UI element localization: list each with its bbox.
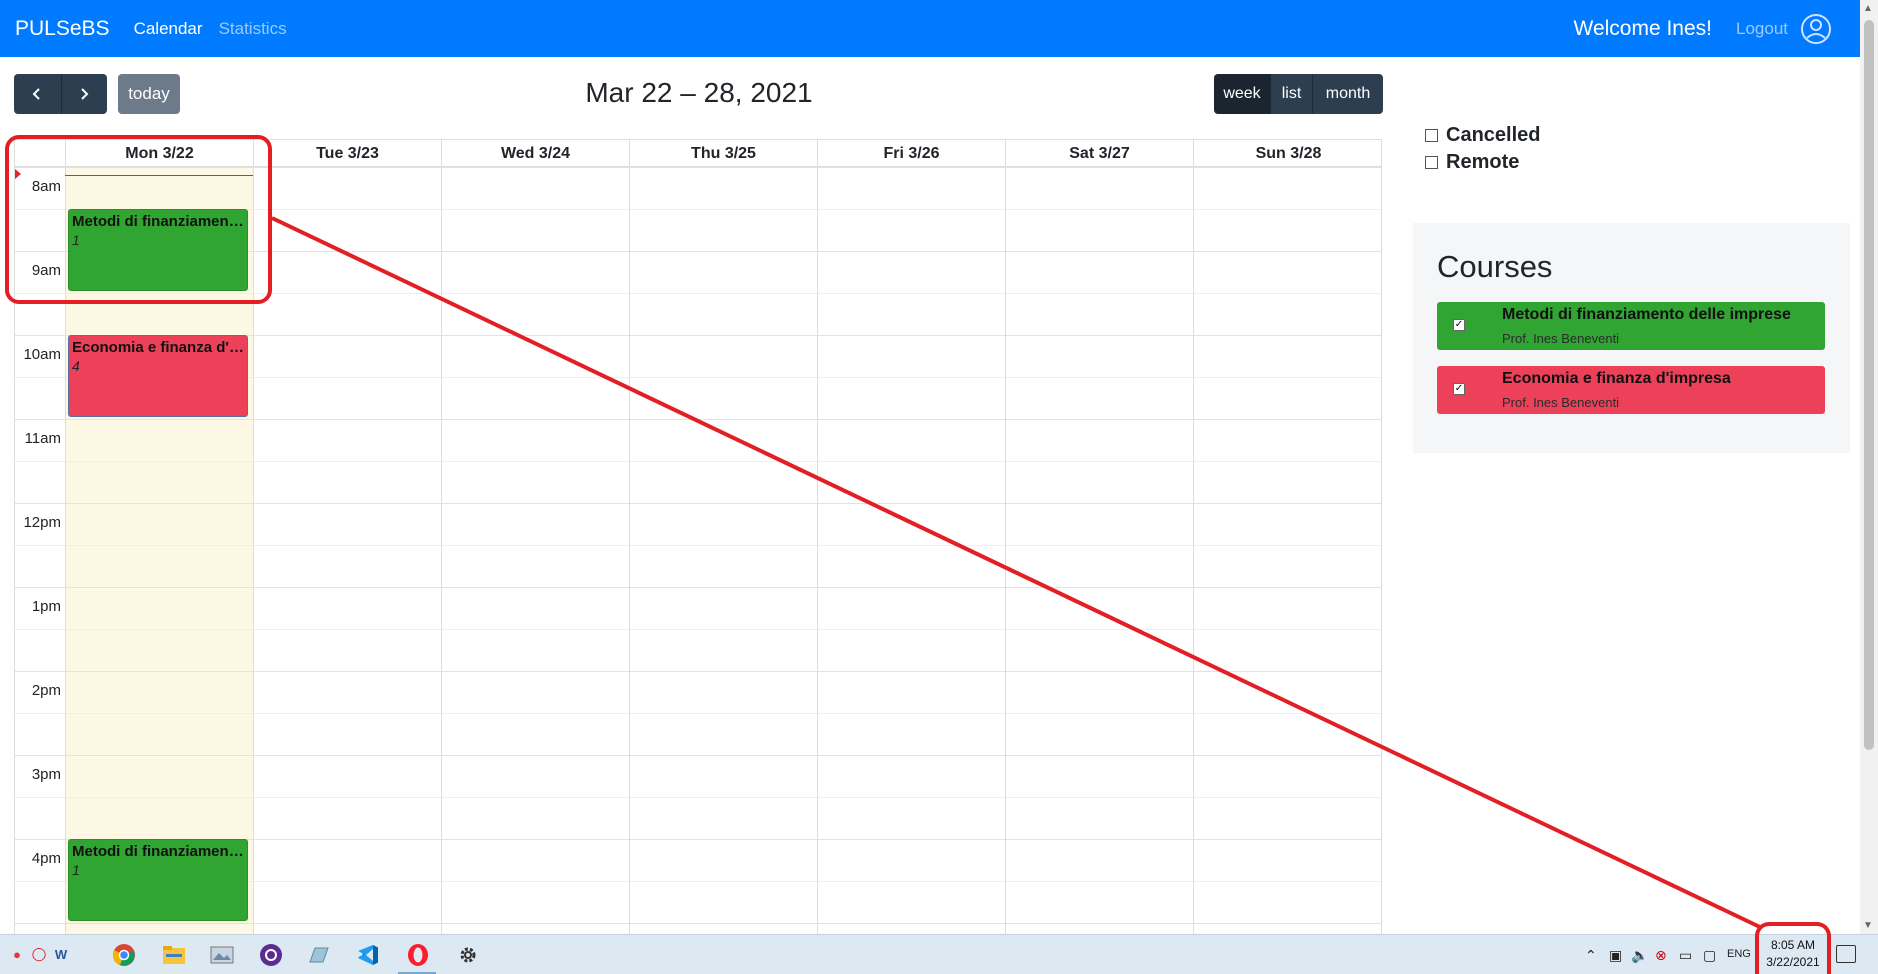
calendar-title: Mar 22 – 28, 2021 — [585, 77, 813, 108]
tray-language[interactable]: ENG — [1727, 948, 1751, 960]
time-label-3pm: 3pm — [31, 766, 61, 783]
time-slot-divider — [15, 713, 1381, 714]
chrome-small-icon[interactable]: ● — [8, 945, 26, 963]
day-header-sun: Sun 3/28 — [1193, 140, 1381, 167]
word-small-icon[interactable]: W — [52, 945, 70, 963]
scrollbar-thumb[interactable] — [1864, 20, 1874, 750]
event-subtitle: 4 — [72, 358, 80, 374]
day-header-sat: Sat 3/27 — [1005, 140, 1193, 167]
tray-camera-icon[interactable]: ▣ — [1609, 947, 1622, 964]
time-slot-divider — [15, 923, 1381, 924]
day-header-tue: Tue 3/23 — [253, 140, 441, 167]
course-item-economia[interactable]: ✓ Economia e finanza d'impresa Prof. Ine… — [1437, 366, 1825, 414]
welcome-message: Welcome Ines! — [1573, 16, 1713, 40]
day-header-wed: Wed 3/24 — [441, 140, 629, 167]
event-metodi-afternoon[interactable]: Metodi di finanziament... 1 — [68, 839, 248, 921]
tray-display-icon[interactable]: ▢ — [1703, 947, 1716, 964]
course-checkbox-checked-icon[interactable]: ✓ — [1453, 383, 1465, 395]
time-slot-divider — [15, 503, 1381, 504]
prev-next-group — [14, 74, 107, 114]
time-label-1pm: 1pm — [31, 598, 61, 615]
notes-app-icon[interactable] — [306, 942, 332, 968]
view-month-button[interactable]: month — [1312, 74, 1383, 114]
opera-small-icon[interactable]: ◯ — [30, 945, 48, 963]
course-name: Economia e finanza d'impresa — [1502, 370, 1731, 387]
time-label-11am: 11am — [24, 430, 61, 447]
event-title: Economia e finanza d'i... — [72, 339, 244, 356]
event-economia[interactable]: Economia e finanza d'i... 4 — [68, 335, 248, 417]
time-slot-divider — [15, 461, 1381, 462]
top-navbar: PULSeBS Calendar Statistics Welcome Ines… — [0, 0, 1860, 57]
time-slot-divider — [15, 797, 1381, 798]
day-column-divider — [1005, 167, 1006, 934]
windows-taskbar: ● ◯ W ⌃ ▣ 🔈 ⊗ ▭ ▢ ENG 8:05 AM 3/22/2021 — [0, 934, 1878, 974]
course-professor: Prof. Ines Beneventi — [1502, 395, 1620, 410]
day-column-divider — [817, 167, 818, 934]
day-header-fri: Fri 3/26 — [817, 140, 1005, 167]
time-slot-divider — [15, 671, 1381, 672]
event-title: Metodi di finanziament... — [72, 843, 244, 860]
vscode-icon[interactable] — [355, 942, 381, 968]
day-column-divider — [441, 167, 442, 934]
filter-remote[interactable]: Remote — [1425, 151, 1540, 174]
filter-cancelled[interactable]: Cancelled — [1425, 124, 1540, 147]
media-app-icon[interactable] — [258, 942, 284, 968]
course-item-metodi[interactable]: ✓ Metodi di finanziamento delle imprese … — [1437, 302, 1825, 350]
file-explorer-icon[interactable] — [161, 942, 187, 968]
app-window: PULSeBS Calendar Statistics Welcome Ines… — [0, 0, 1878, 974]
view-week-button[interactable]: week — [1214, 74, 1270, 114]
time-slot-divider — [15, 419, 1381, 420]
time-slot-divider — [15, 587, 1381, 588]
today-button[interactable]: today — [118, 74, 180, 114]
chrome-icon[interactable] — [111, 942, 137, 968]
tray-battery-icon[interactable]: ▭ — [1679, 947, 1692, 964]
time-slot-divider — [15, 629, 1381, 630]
nav-statistics[interactable]: Statistics — [219, 19, 287, 39]
course-name: Metodi di finanziamento delle imprese — [1502, 306, 1791, 323]
checkbox-remote[interactable] — [1425, 156, 1438, 169]
event-subtitle: 1 — [72, 862, 80, 878]
view-list-button[interactable]: list — [1270, 74, 1312, 114]
tray-network-error-icon[interactable]: ⊗ — [1655, 947, 1667, 964]
prev-button[interactable] — [14, 74, 61, 114]
time-label-2pm: 2pm — [31, 682, 61, 699]
filter-cancelled-label: Cancelled — [1446, 124, 1541, 146]
image-viewer-icon[interactable] — [209, 942, 235, 968]
annotation-box-calendar — [5, 135, 272, 304]
chevron-right-icon — [81, 88, 89, 100]
filter-checkboxes: Cancelled Remote — [1425, 124, 1540, 178]
filter-remote-label: Remote — [1446, 151, 1520, 173]
navbar-user-area: Welcome Ines! Logout — [1574, 0, 1861, 57]
day-header-thu: Thu 3/25 — [629, 140, 817, 167]
courses-panel: Courses ✓ Metodi di finanziamento delle … — [1413, 223, 1850, 453]
logout-link[interactable]: Logout — [1736, 19, 1788, 39]
tray-volume-icon[interactable]: 🔈 — [1631, 947, 1648, 964]
next-button[interactable] — [60, 74, 107, 114]
time-slot-divider — [15, 545, 1381, 546]
tray-chevron-up-icon[interactable]: ⌃ — [1585, 947, 1597, 964]
annotation-box-clock — [1755, 922, 1831, 974]
courses-title: Courses — [1437, 249, 1553, 284]
course-professor: Prof. Ines Beneventi — [1502, 331, 1620, 346]
chevron-left-icon — [32, 88, 40, 100]
time-label-4pm: 4pm — [31, 850, 61, 867]
settings-gear-icon[interactable] — [455, 942, 481, 968]
day-column-divider — [1193, 167, 1194, 934]
brand-logo[interactable]: PULSeBS — [15, 17, 110, 41]
scroll-down-icon[interactable]: ▼ — [1863, 920, 1873, 931]
time-label-12pm: 12pm — [23, 514, 61, 531]
scroll-up-icon[interactable]: ▲ — [1863, 3, 1873, 14]
nav-calendar[interactable]: Calendar — [134, 19, 203, 39]
time-slot-divider — [15, 755, 1381, 756]
user-avatar-icon[interactable] — [1800, 13, 1832, 45]
checkbox-cancelled[interactable] — [1425, 129, 1438, 142]
course-checkbox-checked-icon[interactable]: ✓ — [1453, 319, 1465, 331]
opera-icon[interactable] — [405, 942, 431, 968]
view-switcher: week list month — [1214, 74, 1383, 114]
day-column-divider — [629, 167, 630, 934]
page-scrollbar[interactable]: ▲ ▼ — [1860, 0, 1878, 934]
notification-center-icon[interactable] — [1836, 945, 1856, 963]
time-label-10am: 10am — [23, 346, 61, 363]
